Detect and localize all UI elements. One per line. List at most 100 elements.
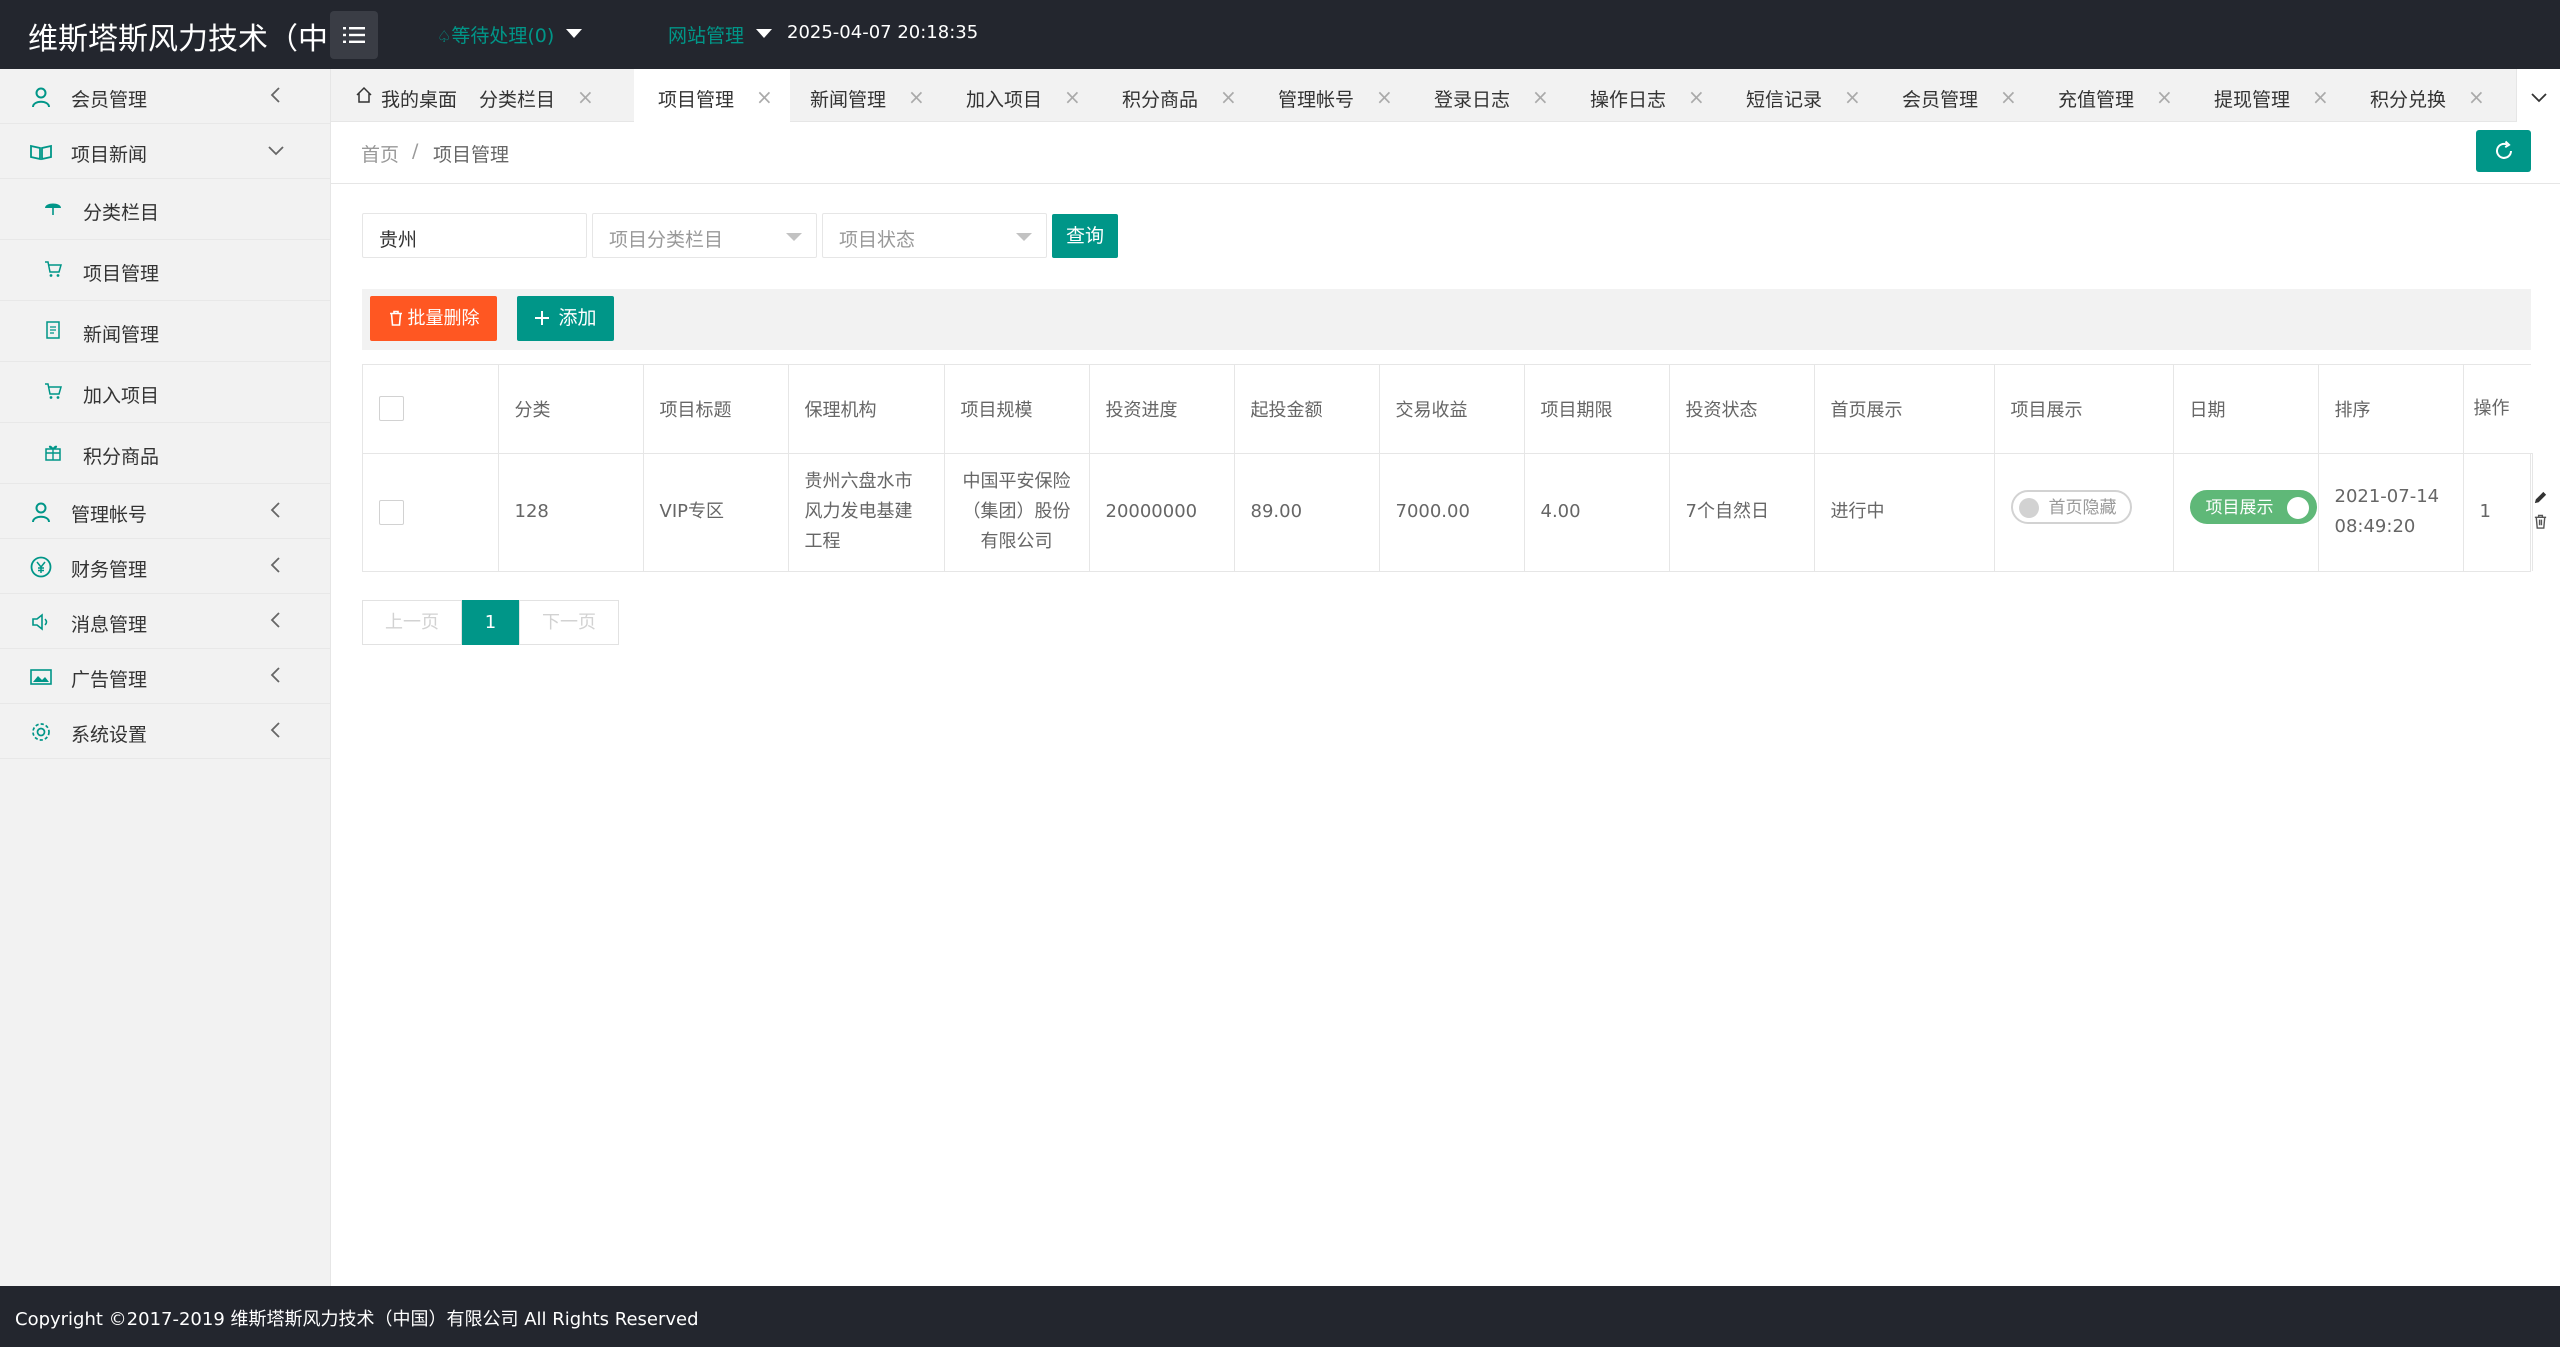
app-title: 维斯塔斯风力技术（中: [28, 22, 328, 57]
tab-join-project[interactable]: 加入项目 ×: [946, 69, 1102, 122]
site-manage-menu[interactable]: 网站管理: [668, 21, 773, 48]
sidebar-subitem-news-manage[interactable]: 新闻管理: [0, 301, 330, 362]
row-checkbox[interactable]: [379, 499, 404, 525]
column-header: 投资进度: [1089, 365, 1235, 454]
breadcrumb-home[interactable]: 首页: [361, 140, 399, 167]
sidebar-item-finance[interactable]: 财务管理: [0, 539, 330, 594]
document-icon: [46, 321, 60, 339]
umbrella-icon: [45, 203, 61, 215]
tab-members[interactable]: 会员管理 ×: [1882, 69, 2038, 122]
tab-my-desktop[interactable]: 我的桌面: [331, 69, 457, 122]
home-display-toggle[interactable]: 首页隐藏: [2010, 490, 2132, 525]
add-label: 添加: [558, 307, 597, 329]
prev-page-button[interactable]: 上一页: [362, 600, 462, 645]
close-icon[interactable]: ×: [2000, 85, 2017, 109]
close-icon[interactable]: ×: [1688, 85, 1705, 109]
book-icon: [30, 144, 52, 161]
tab-operation-log[interactable]: 操作日志 ×: [1570, 69, 1726, 122]
menu-toggle-button[interactable]: [330, 11, 378, 59]
tabs-more-button[interactable]: [2516, 69, 2560, 122]
tab-points-goods[interactable]: 积分商品 ×: [1102, 69, 1258, 122]
sidebar: 会员管理 项目新闻 分类栏目 项目管理 新闻管理 加入项目 积分商品 管理帐号 …: [0, 69, 331, 1286]
cell-yield: 4.00: [1524, 453, 1670, 571]
add-button[interactable]: 添加: [517, 296, 614, 341]
close-icon[interactable]: ×: [2468, 85, 2485, 109]
close-icon[interactable]: ×: [1064, 85, 1081, 109]
category-select[interactable]: 项目分类栏目: [592, 213, 817, 258]
sidebar-subitem-category[interactable]: 分类栏目: [0, 179, 330, 240]
batch-delete-button[interactable]: 批量删除: [370, 296, 497, 341]
close-icon[interactable]: ×: [577, 85, 594, 109]
sidebar-item-label: 项目新闻: [71, 144, 148, 166]
chevron-down-icon: [268, 146, 284, 156]
close-icon[interactable]: ×: [1220, 85, 1237, 109]
breadcrumb: 首页 / 项目管理: [331, 122, 2560, 184]
plus-icon: [535, 311, 550, 325]
close-icon[interactable]: ×: [1532, 85, 1549, 109]
caret-down-icon: [786, 233, 802, 241]
sidebar-subitem-label: 加入项目: [83, 385, 160, 407]
pending-label: 等待处理(0): [451, 25, 555, 47]
tab-label: 积分商品: [1122, 89, 1199, 111]
sidebar-item-messages[interactable]: 消息管理: [0, 594, 330, 649]
cell-title: 贵州六盘水市风力发电基建工程: [788, 453, 945, 571]
tab-admin-accounts[interactable]: 管理帐号 ×: [1258, 69, 1414, 122]
page-number-button[interactable]: 1: [462, 600, 519, 645]
sidebar-item-members[interactable]: 会员管理: [0, 69, 330, 124]
query-button[interactable]: 查询: [1052, 214, 1118, 258]
sidebar-item-admin-accounts[interactable]: 管理帐号: [0, 484, 330, 539]
current-datetime: 2025-04-07 20:18:35: [787, 22, 979, 43]
copyright-text: Copyright ©2017-2019 维斯塔斯风力技术（中国）有限公司 Al…: [15, 1309, 699, 1330]
column-header: 保理机构: [788, 365, 945, 454]
project-display-toggle[interactable]: 项目展示: [2189, 490, 2317, 525]
page-tabs: 我的桌面 分类栏目 × 项目管理 × 新闻管理 × 加入项目 × 积分商品 × …: [331, 69, 2560, 122]
tab-news-manage[interactable]: 新闻管理 ×: [790, 69, 946, 122]
next-page-button[interactable]: 下一页: [519, 600, 619, 645]
sidebar-item-system-settings[interactable]: 系统设置: [0, 704, 330, 759]
category-select-placeholder: 项目分类栏目: [609, 229, 724, 251]
sidebar-item-ads[interactable]: 广告管理: [0, 649, 330, 704]
close-icon[interactable]: ×: [756, 85, 773, 109]
close-icon[interactable]: ×: [1844, 85, 1861, 109]
user-icon: [32, 87, 50, 108]
pencil-icon: [2534, 491, 2546, 504]
tab-points-exchange[interactable]: 积分兑换 ×: [2350, 69, 2506, 122]
tab-recharge[interactable]: 充值管理 ×: [2038, 69, 2194, 122]
tab-label: 分类栏目: [479, 89, 556, 111]
close-icon[interactable]: ×: [908, 85, 925, 109]
pending-tasks-menu[interactable]: ♤等待处理(0): [437, 21, 583, 48]
cell-agency: 中国平安保险（集团）股份有限公司: [944, 453, 1090, 571]
sidebar-item-project-news[interactable]: 项目新闻: [0, 124, 330, 179]
sidebar-subitem-label: 项目管理: [83, 263, 160, 285]
tab-label: 充值管理: [2058, 89, 2135, 111]
sidebar-subitem-label: 分类栏目: [83, 202, 160, 224]
sidebar-item-label: 财务管理: [71, 559, 148, 581]
sidebar-subitem-join-project[interactable]: 加入项目: [0, 362, 330, 423]
sidebar-item-label: 系统设置: [71, 724, 148, 746]
chevron-left-icon: [270, 667, 280, 683]
column-header: 日期: [2173, 365, 2319, 454]
sidebar-subitem-project-manage[interactable]: 项目管理: [0, 240, 330, 301]
close-icon[interactable]: ×: [2312, 85, 2329, 109]
tab-sms-records[interactable]: 短信记录 ×: [1726, 69, 1882, 122]
tab-project-manage[interactable]: 项目管理 ×: [634, 69, 790, 122]
keyword-input[interactable]: 贵州: [362, 213, 587, 258]
close-icon[interactable]: ×: [2156, 85, 2173, 109]
tab-category[interactable]: 分类栏目 ×: [455, 69, 611, 122]
cart-icon: [45, 383, 62, 399]
project-table: 分类 项目标题 保理机构 项目规模 投资进度 起投金额 交易收益 项目期限 投资…: [362, 364, 2546, 572]
toggle-label: 首页隐藏: [2048, 498, 2117, 519]
tab-login-log[interactable]: 登录日志 ×: [1414, 69, 1570, 122]
refresh-button[interactable]: [2476, 130, 2531, 172]
column-header: 排序: [2318, 365, 2464, 454]
chevron-left-icon: [270, 502, 280, 518]
close-icon[interactable]: ×: [1376, 85, 1393, 109]
refresh-icon: [2495, 140, 2512, 159]
status-select[interactable]: 项目状态: [822, 213, 1047, 258]
cell-date-day: 2021-07-14: [2334, 486, 2440, 508]
select-all-checkbox[interactable]: [379, 396, 404, 422]
cell-id: 128: [498, 453, 644, 571]
column-header: 投资状态: [1669, 365, 1815, 454]
sidebar-subitem-points-goods[interactable]: 积分商品: [0, 423, 330, 484]
tab-withdraw[interactable]: 提现管理 ×: [2194, 69, 2350, 122]
